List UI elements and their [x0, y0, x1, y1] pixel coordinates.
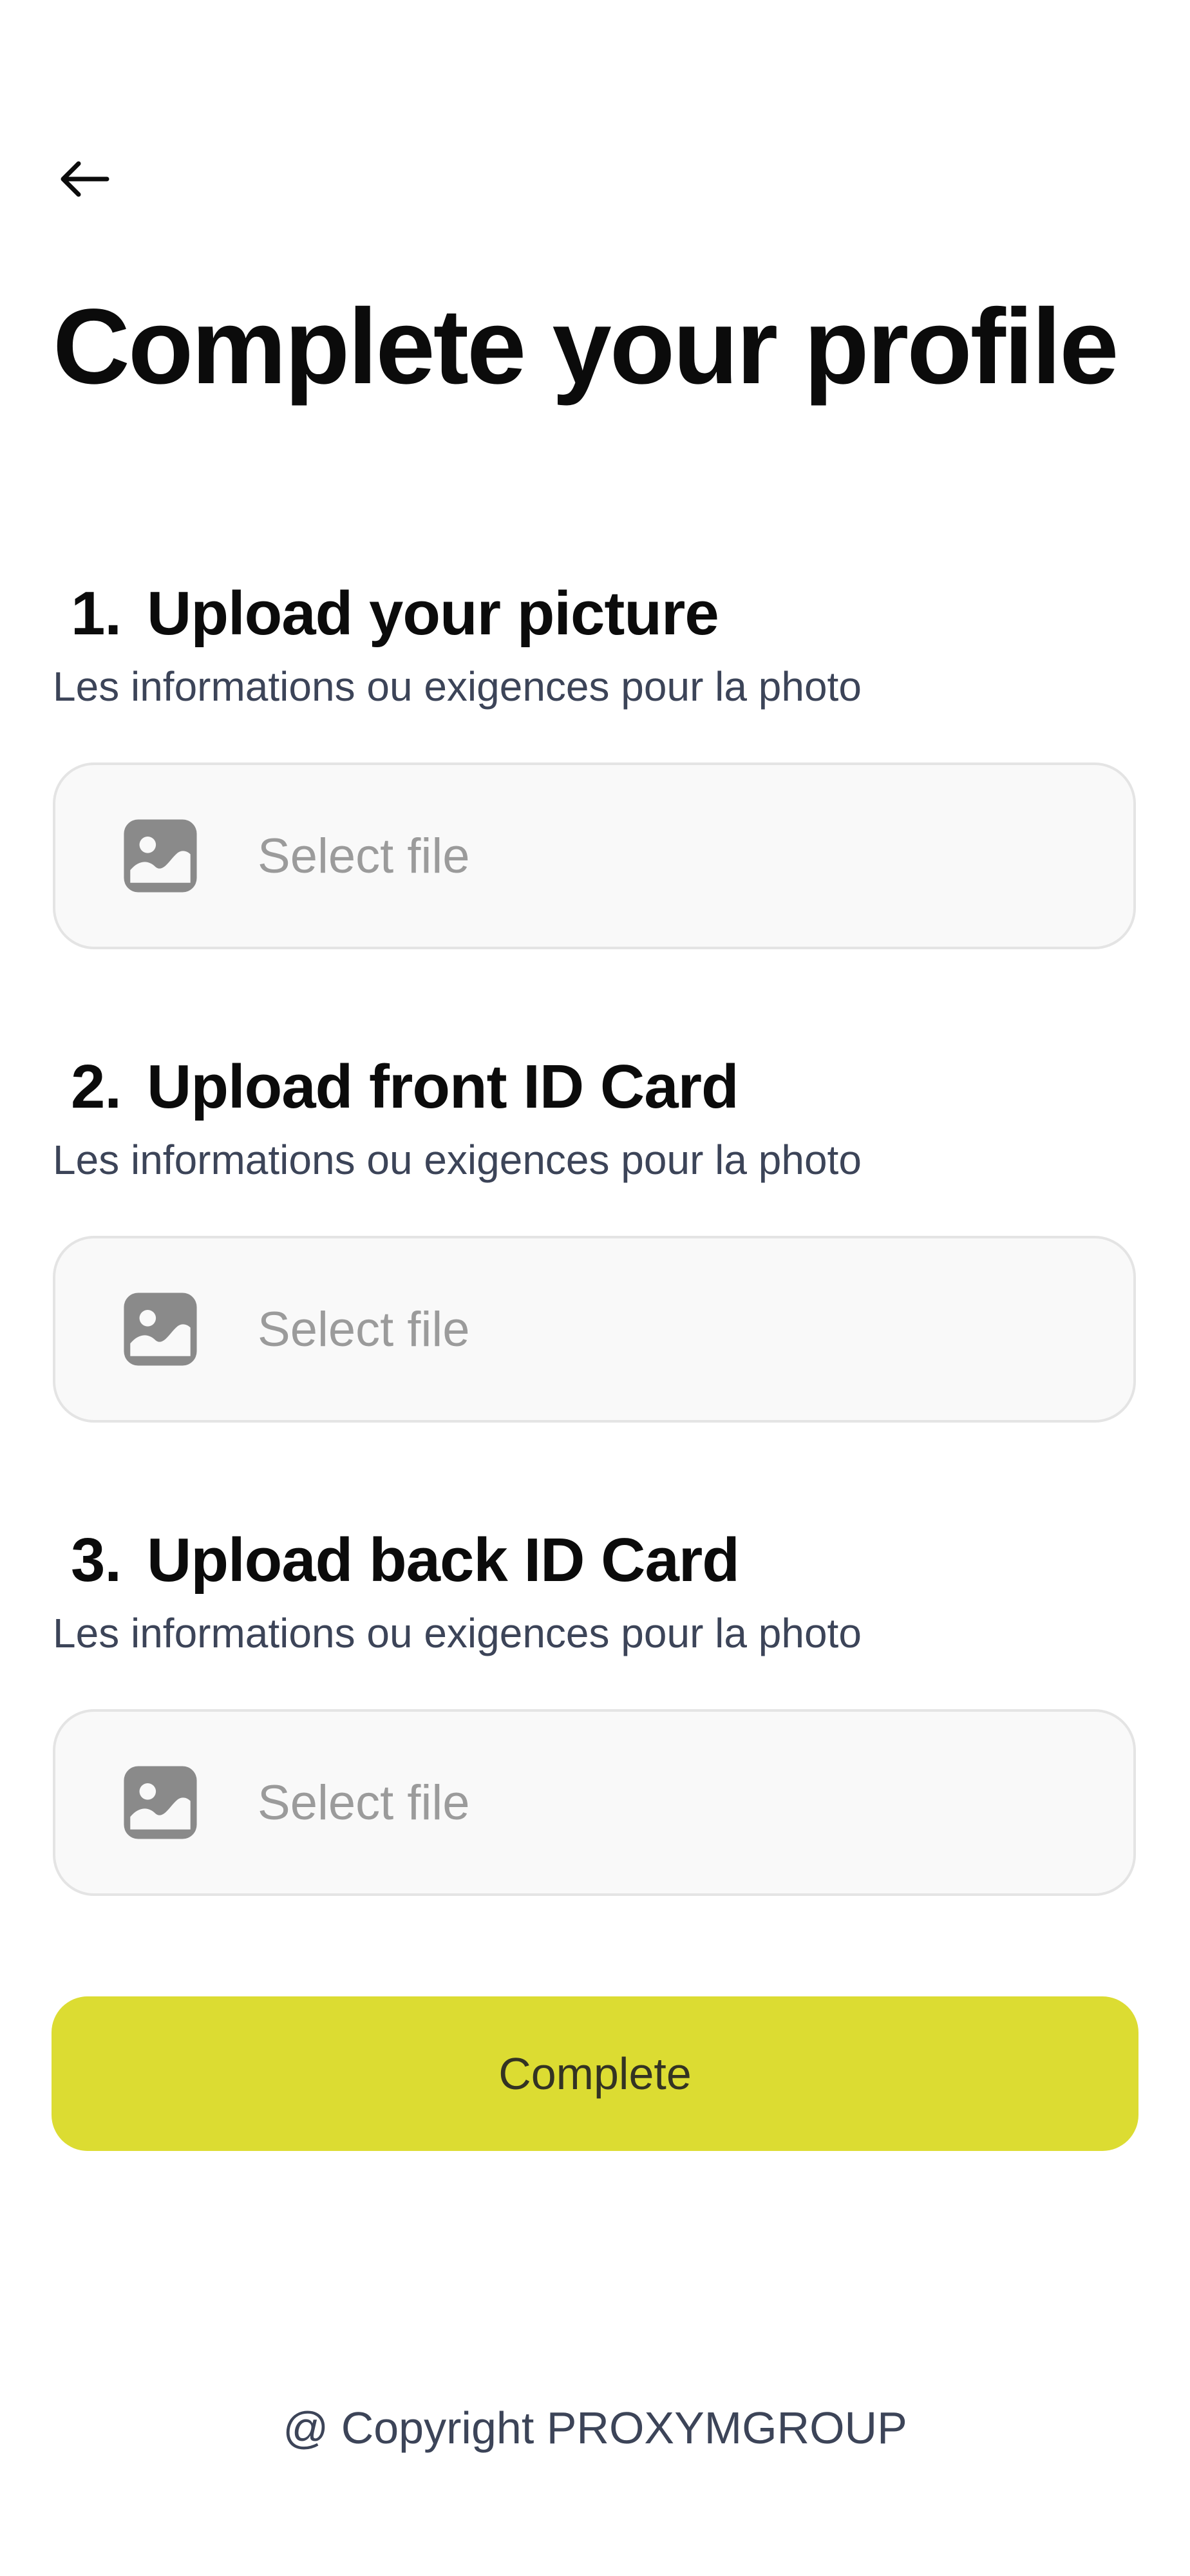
back-id-upload-field[interactable]: Select file: [53, 1709, 1136, 1897]
section-number: 3.: [71, 1526, 122, 1595]
section-title: Upload back ID Card: [147, 1526, 740, 1595]
section-hint: Les informations ou exigences pour la ph…: [53, 663, 862, 710]
arrow-left-icon: [61, 161, 109, 197]
select-file-label: Select file: [258, 1775, 470, 1830]
image-icon: [124, 1293, 197, 1366]
front-id-upload-field[interactable]: Select file: [53, 1236, 1136, 1423]
copyright-text: @ Copyright PROXYMGROUP: [283, 2403, 907, 2453]
upload-section-back-id: 3. Upload back ID Card Les informations …: [53, 1526, 1138, 1897]
upload-section-front-id: 2. Upload front ID Card Les informations…: [53, 1053, 1138, 1423]
back-button[interactable]: [53, 148, 115, 210]
picture-upload-field[interactable]: Select file: [53, 762, 1136, 950]
section-title: Upload front ID Card: [147, 1052, 739, 1121]
complete-button[interactable]: Complete: [52, 1996, 1138, 2151]
section-hint: Les informations ou exigences pour la ph…: [53, 1609, 862, 1656]
section-number: 2.: [71, 1052, 122, 1121]
section-number: 1.: [71, 579, 122, 648]
section-heading: 3. Upload back ID Card: [53, 1526, 1138, 1595]
select-file-label: Select file: [258, 828, 470, 884]
section-heading: 1. Upload your picture: [53, 580, 1138, 648]
section-hint: Les informations ou exigences pour la ph…: [53, 1136, 862, 1183]
section-title: Upload your picture: [147, 579, 719, 648]
select-file-label: Select file: [258, 1302, 470, 1357]
image-icon: [124, 819, 197, 893]
section-heading: 2. Upload front ID Card: [53, 1053, 1138, 1121]
upload-section-picture: 1. Upload your picture Les informations …: [53, 580, 1138, 950]
complete-profile-screen: Complete your profile 1. Upload your pic…: [0, 0, 1190, 2576]
image-icon: [124, 1766, 197, 1839]
page-title: Complete your profile: [53, 287, 1119, 406]
